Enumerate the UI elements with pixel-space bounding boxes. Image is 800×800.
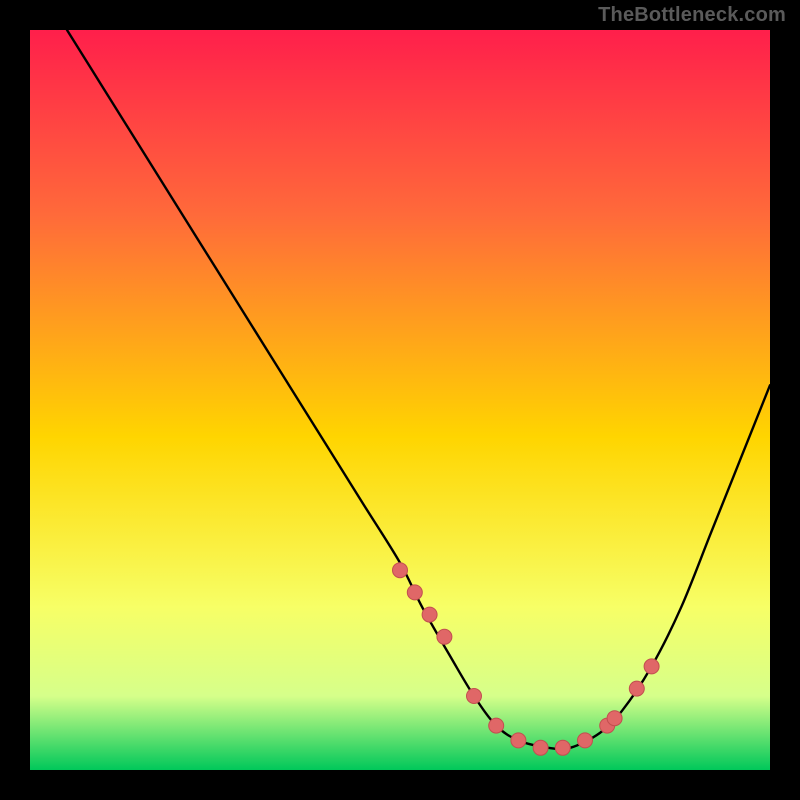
curve-marker	[467, 689, 482, 704]
curve-marker	[393, 563, 408, 578]
curve-marker	[607, 711, 622, 726]
curve-marker	[489, 718, 504, 733]
curve-marker	[511, 733, 526, 748]
curve-marker	[533, 740, 548, 755]
chart-stage: TheBottleneck.com	[0, 0, 800, 800]
watermark-text: TheBottleneck.com	[598, 4, 786, 27]
curve-marker	[437, 629, 452, 644]
plot-background	[30, 30, 770, 770]
curve-marker	[578, 733, 593, 748]
bottleneck-chart	[0, 0, 800, 800]
curve-marker	[555, 740, 570, 755]
curve-marker	[629, 681, 644, 696]
curve-marker	[407, 585, 422, 600]
curve-marker	[422, 607, 437, 622]
curve-marker	[644, 659, 659, 674]
